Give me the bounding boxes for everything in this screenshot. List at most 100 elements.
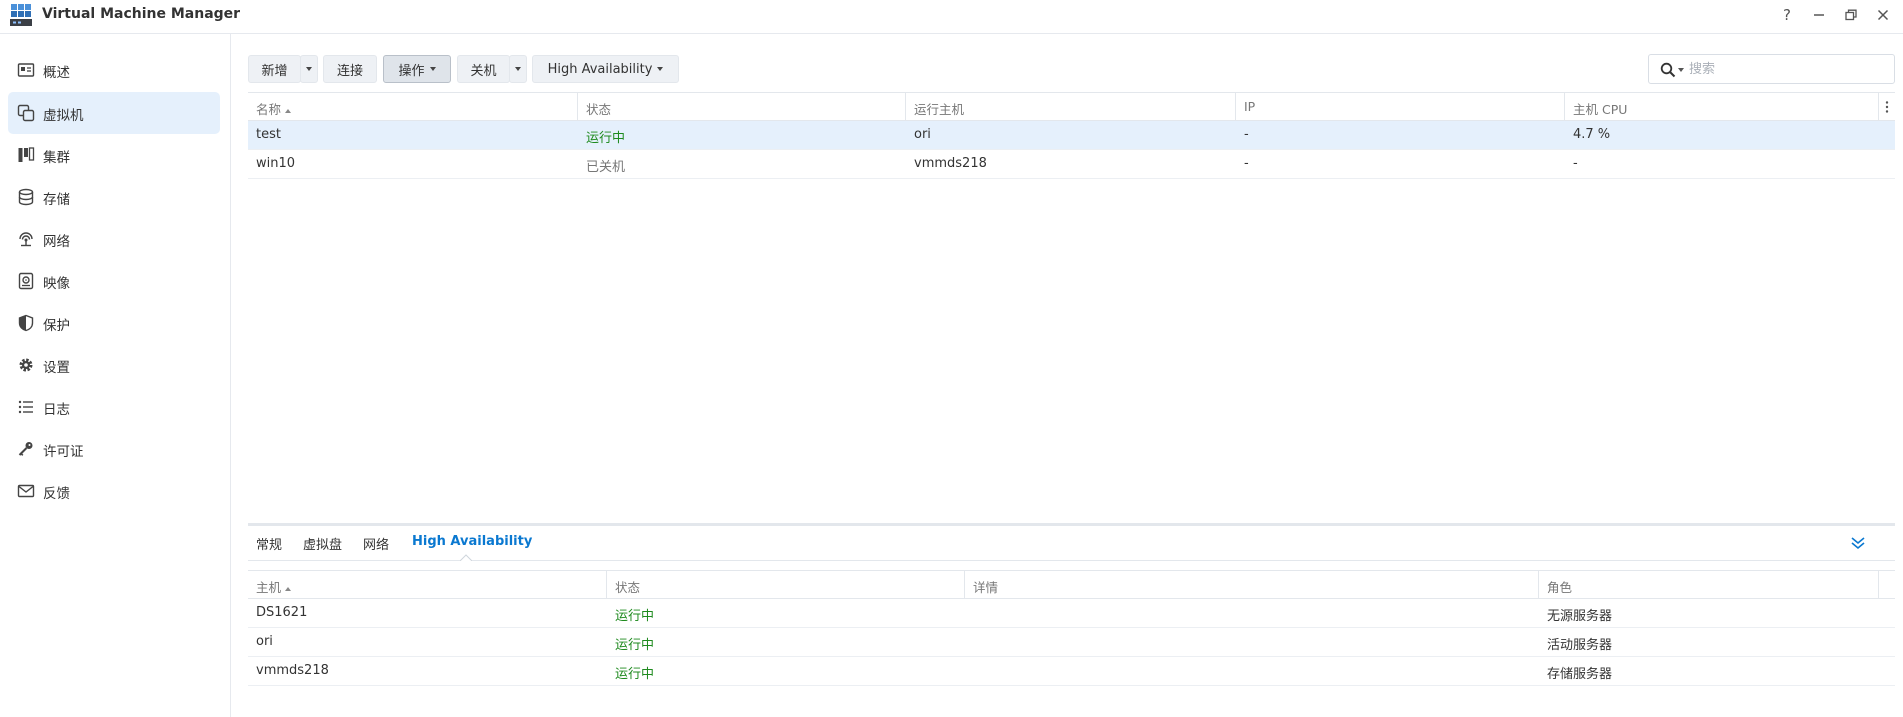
column-options-icon[interactable] (1881, 100, 1893, 114)
sidebar-item-license[interactable]: 许可证 (8, 428, 220, 470)
active-tab-pointer-icon (460, 554, 472, 561)
vm-status-cell: 已关机 (586, 160, 626, 175)
column-header-host[interactable]: 主机 (256, 577, 292, 596)
column-header-name[interactable]: 名称 (256, 99, 292, 118)
help-button[interactable]: ? (1774, 4, 1800, 26)
app-logo-icon (10, 4, 32, 26)
sidebar-item-label: 存储 (43, 192, 70, 208)
sidebar-item-label: 虚拟机 (43, 108, 84, 124)
connect-button-label: 连接 (336, 63, 363, 79)
sidebar-item-label: 反馈 (43, 486, 70, 502)
sidebar: 概述 虚拟机 集群 存储 网络 映像 保护 设置 日志 许可证 反馈 (0, 34, 231, 717)
connect-button[interactable]: 连接 (323, 55, 377, 83)
key-icon (18, 442, 33, 456)
vm-name-cell: test (256, 127, 281, 142)
chevron-down-icon (429, 67, 436, 71)
chevron-down-icon (306, 67, 312, 71)
sidebar-item-settings[interactable]: 设置 (8, 344, 220, 386)
high-availability-menu-button[interactable]: High Availability (532, 55, 679, 83)
sidebar-item-cluster[interactable]: 集群 (8, 134, 220, 176)
sort-ascending-icon (285, 108, 292, 113)
vm-table-header: 名称 状态 运行主机 IP 主机 CPU (248, 92, 1895, 121)
sidebar-item-protection[interactable]: 保护 (8, 302, 220, 344)
minimize-button[interactable] (1806, 4, 1832, 26)
search-icon (1660, 62, 1676, 78)
close-button[interactable] (1870, 4, 1896, 26)
ha-role-cell: 存储服务器 (1547, 667, 1613, 682)
sidebar-item-storage[interactable]: 存储 (8, 176, 220, 218)
sidebar-item-label: 网络 (43, 234, 70, 250)
shutdown-button[interactable]: 关机 (457, 55, 510, 83)
network-icon (19, 232, 33, 247)
vm-icon (17, 104, 35, 122)
minimize-icon (1814, 14, 1824, 16)
tab-virtual-disk[interactable]: 虚拟盘 (303, 534, 342, 553)
chevron-down-icon (515, 67, 521, 71)
chevron-down-icon[interactable] (1678, 68, 1684, 72)
column-header-host[interactable]: 运行主机 (914, 99, 964, 118)
sidebar-item-label: 保护 (43, 318, 70, 334)
ha-status-cell: 运行中 (615, 609, 655, 624)
column-header-detail[interactable]: 详情 (973, 577, 998, 596)
column-header-ip[interactable]: IP (1244, 99, 1255, 114)
ha-host-cell: DS1621 (256, 605, 308, 620)
column-header-status[interactable]: 状态 (586, 99, 611, 118)
shield-icon (18, 314, 34, 332)
tab-high-availability[interactable]: High Availability (412, 534, 532, 549)
shutdown-dropdown-button[interactable] (509, 55, 527, 83)
sidebar-item-label: 许可证 (43, 444, 84, 460)
sidebar-item-log[interactable]: 日志 (8, 386, 220, 428)
action-menu-button[interactable]: 操作 (383, 55, 451, 83)
sidebar-item-overview[interactable]: 概述 (8, 49, 220, 91)
ha-host-cell: vmmds218 (256, 663, 329, 678)
collapse-panel-icon[interactable] (1849, 534, 1867, 552)
sidebar-item-feedback[interactable]: 反馈 (8, 470, 220, 512)
sidebar-item-label: 概述 (43, 65, 70, 81)
chevron-down-icon (657, 67, 664, 71)
overview-icon (17, 63, 35, 77)
restore-button[interactable] (1838, 4, 1864, 26)
sort-ascending-icon (285, 586, 292, 591)
sidebar-item-label: 集群 (43, 150, 70, 166)
search-box[interactable] (1648, 54, 1895, 84)
sidebar-item-label: 映像 (43, 276, 70, 292)
vm-name-cell: win10 (256, 156, 296, 171)
ha-status-cell: 运行中 (615, 667, 655, 682)
table-row[interactable]: test 运行中 ori - 4.7 % (248, 121, 1895, 150)
ha-role-cell: 活动服务器 (1547, 638, 1613, 653)
search-input[interactable] (1689, 59, 1889, 79)
table-row[interactable]: DS1621 运行中 无源服务器 (248, 599, 1895, 628)
restore-icon (1845, 9, 1857, 21)
ha-role-cell: 无源服务器 (1547, 609, 1613, 624)
sidebar-item-label: 日志 (43, 402, 70, 418)
mail-icon (17, 484, 35, 498)
column-header-role[interactable]: 角色 (1547, 577, 1572, 596)
tab-network[interactable]: 网络 (363, 534, 389, 553)
log-icon (18, 400, 33, 414)
tab-general[interactable]: 常规 (256, 534, 282, 553)
app-title: Virtual Machine Manager (42, 6, 241, 22)
vm-host-cell: ori (914, 127, 931, 142)
table-row[interactable]: vmmds218 运行中 存储服务器 (248, 657, 1895, 686)
image-icon (18, 272, 34, 290)
ha-table-header: 主机 状态 详情 角色 (248, 570, 1895, 599)
shutdown-button-label: 关机 (470, 63, 497, 79)
sidebar-item-vm[interactable]: 虚拟机 (8, 92, 220, 134)
cluster-icon (18, 147, 35, 162)
create-dropdown-button[interactable] (300, 55, 318, 83)
column-header-status[interactable]: 状态 (615, 577, 640, 596)
create-button[interactable]: 新增 (248, 55, 301, 83)
sidebar-item-network[interactable]: 网络 (8, 218, 220, 260)
sidebar-item-image[interactable]: 映像 (8, 260, 220, 302)
table-row[interactable]: win10 已关机 vmmds218 - - (248, 150, 1895, 179)
title-bar: Virtual Machine Manager ? (0, 0, 1903, 34)
detail-tab-bar: 常规 虚拟盘 网络 High Availability (248, 526, 1895, 561)
table-row[interactable]: ori 运行中 活动服务器 (248, 628, 1895, 657)
vm-status-cell: 运行中 (586, 131, 626, 146)
ha-status-cell: 运行中 (615, 638, 655, 653)
sidebar-item-label: 设置 (43, 360, 70, 376)
column-header-cpu[interactable]: 主机 CPU (1573, 99, 1627, 118)
vm-ip-cell: - (1244, 156, 1249, 171)
vm-cpu-cell: 4.7 % (1573, 127, 1611, 142)
close-icon (1877, 9, 1889, 21)
